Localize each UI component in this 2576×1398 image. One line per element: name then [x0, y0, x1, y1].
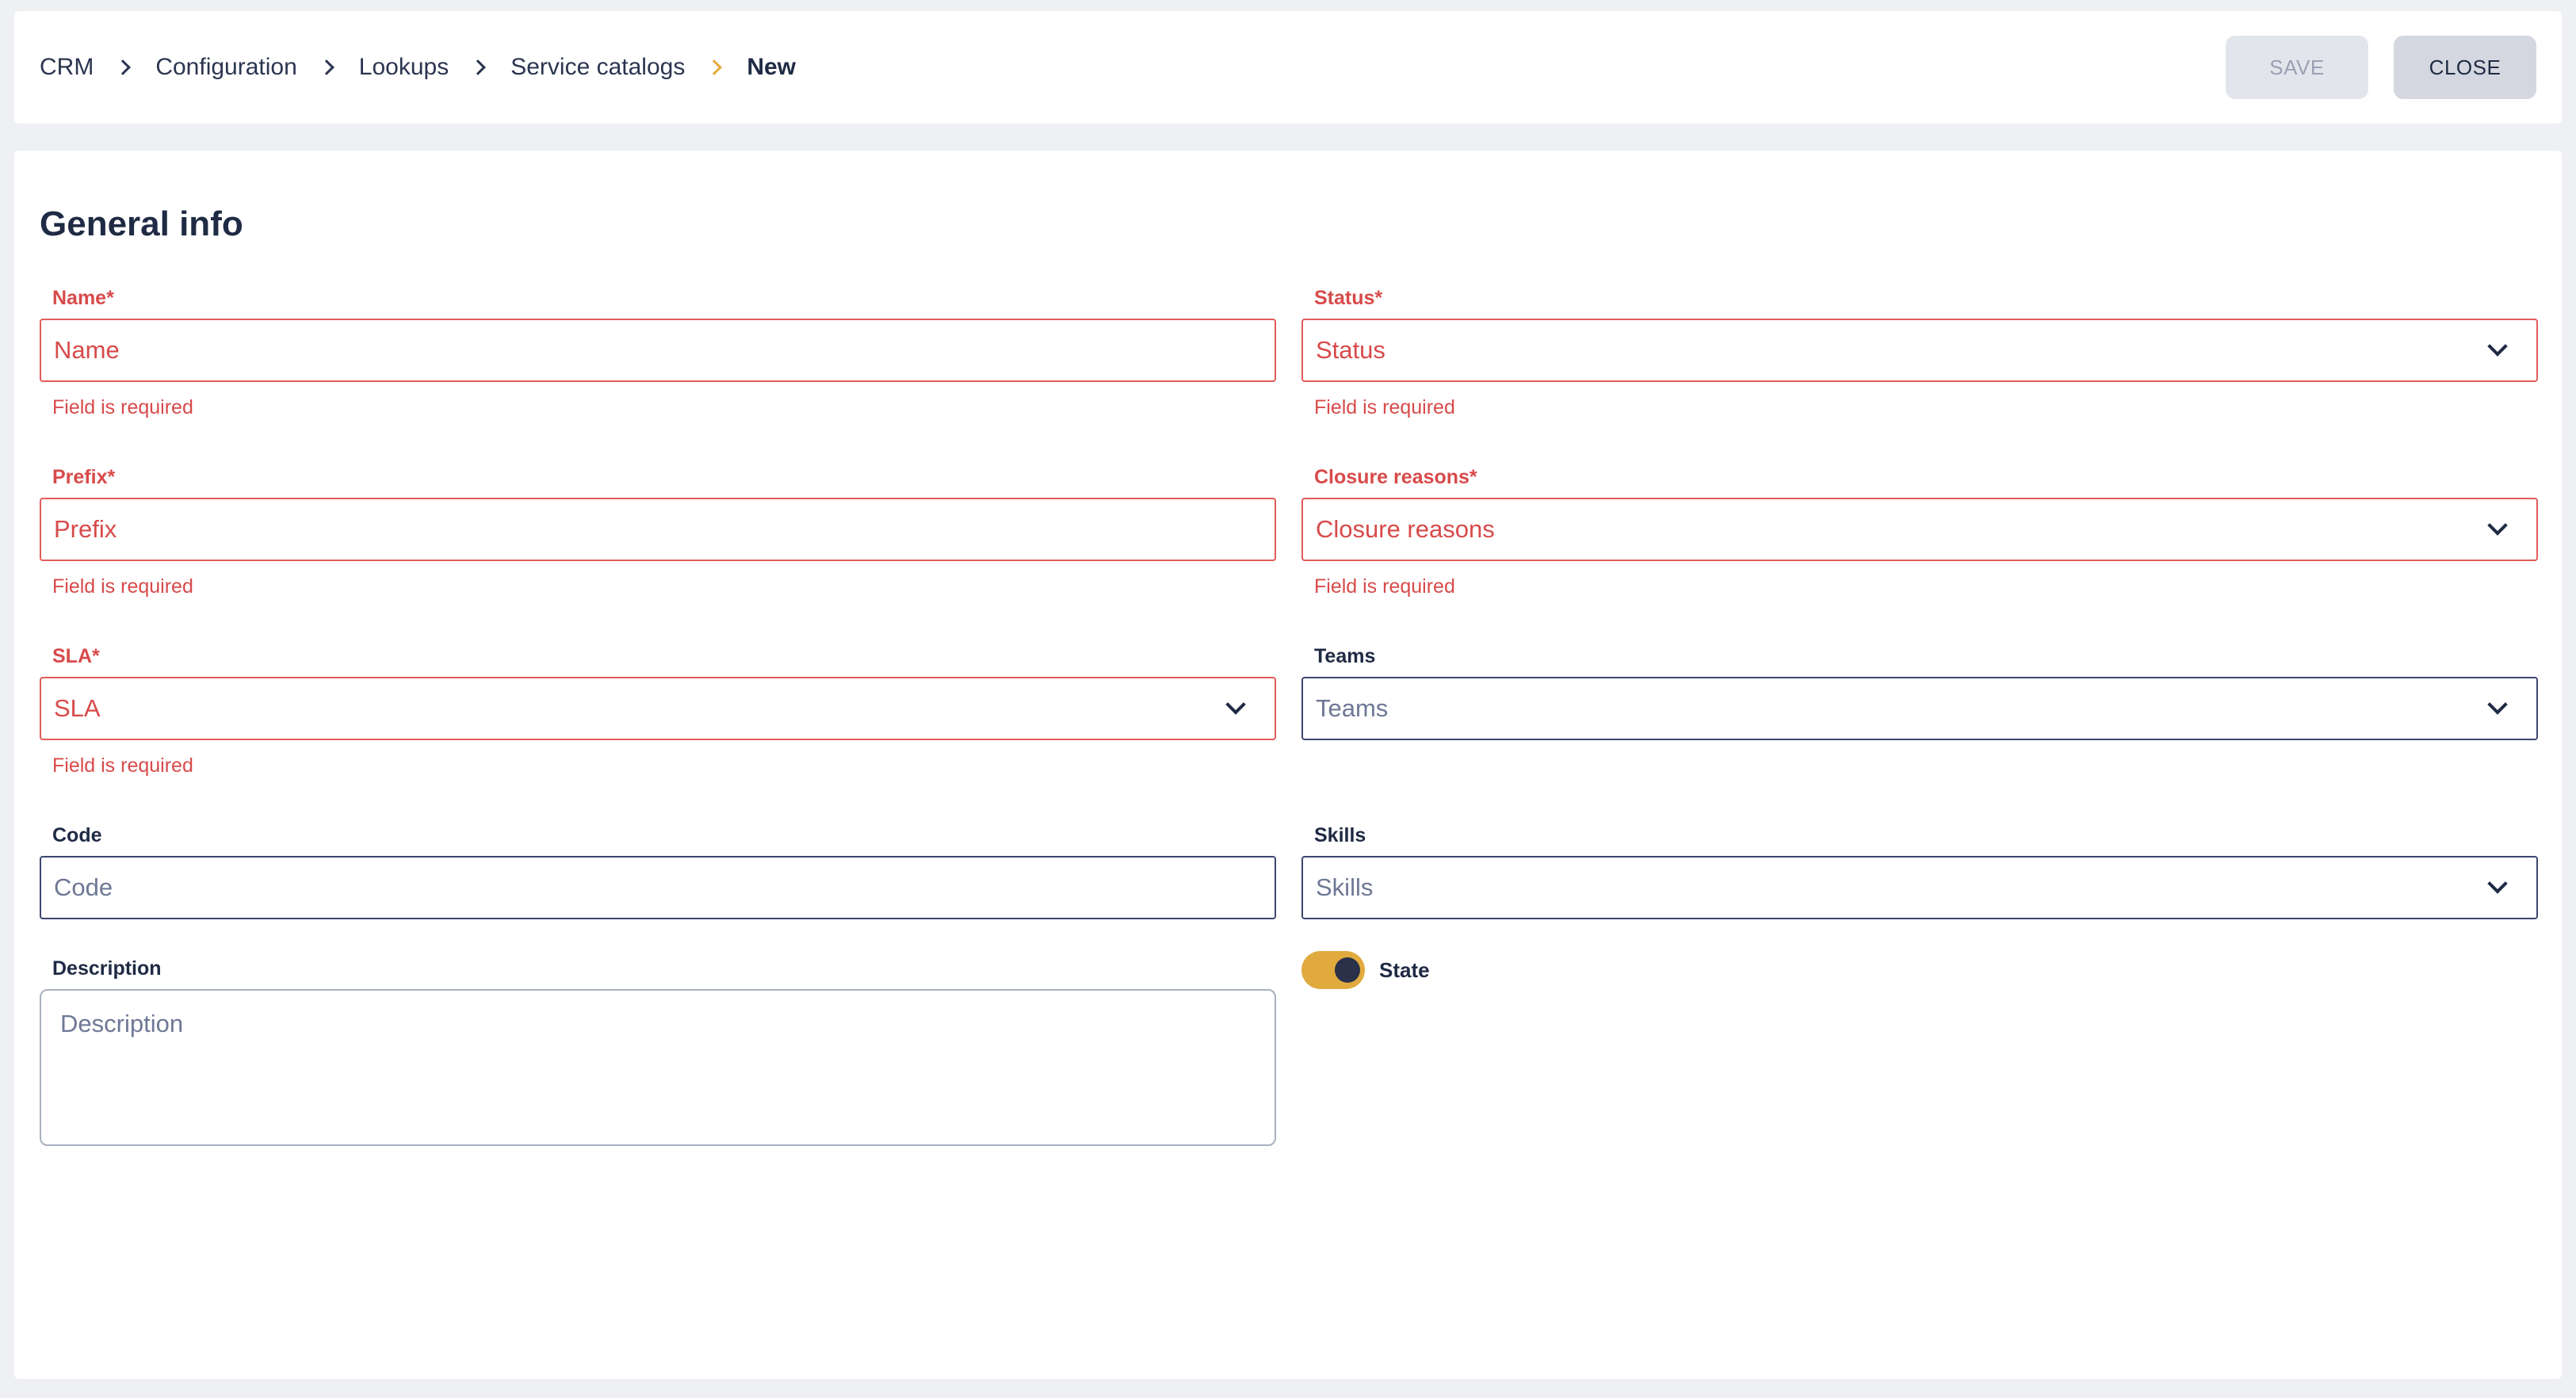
description-field-group: Description Description — [40, 957, 1276, 1146]
closure-reasons-placeholder: Closure reasons — [1316, 515, 1495, 543]
state-label: State — [1379, 957, 1430, 982]
skills-placeholder: Skills — [1316, 873, 1374, 901]
prefix-field-group: Prefix* Prefix Field is required — [40, 466, 1276, 598]
code-placeholder: Code — [54, 873, 113, 901]
section-title: General info — [40, 204, 243, 243]
toggle-knob — [1335, 957, 1360, 983]
teams-placeholder: Teams — [1316, 694, 1389, 722]
skills-field-group: Skills Skills — [1301, 824, 2538, 919]
state-toggle-group: State — [1301, 951, 1430, 989]
breadcrumb-service-catalogs[interactable]: Service catalogs — [510, 54, 685, 81]
description-label: Description — [52, 957, 162, 980]
status-field-group: Status* Status Field is required — [1301, 287, 2538, 419]
sla-select[interactable]: SLA — [40, 677, 1276, 740]
teams-label: Teams — [1314, 645, 1376, 667]
breadcrumb-lookups[interactable]: Lookups — [359, 54, 449, 81]
skills-select[interactable]: Skills — [1301, 856, 2538, 919]
form-panel: General info Name* Name Field is require… — [14, 151, 2562, 1379]
status-select[interactable]: Status — [1301, 319, 2538, 382]
code-label: Code — [52, 824, 102, 846]
chevron-right-icon — [318, 59, 334, 75]
closure-reasons-field-group: Closure reasons* Closure reasons Field i… — [1301, 466, 2538, 598]
breadcrumb-configuration[interactable]: Configuration — [155, 54, 296, 81]
chevron-right-icon — [115, 59, 132, 75]
chevron-right-icon — [470, 59, 487, 75]
status-label: Status* — [1314, 287, 1383, 309]
name-placeholder: Name — [54, 336, 120, 364]
closure-reasons-label: Closure reasons* — [1314, 466, 1477, 488]
sla-label: SLA* — [52, 645, 100, 667]
name-input[interactable]: Name — [40, 319, 1276, 382]
description-placeholder: Description — [60, 1010, 184, 1037]
teams-select[interactable]: Teams — [1301, 677, 2538, 740]
chevron-down-icon[interactable] — [2487, 873, 2508, 894]
teams-field-group: Teams Teams — [1301, 645, 2538, 740]
save-button[interactable]: SAVE — [2226, 36, 2368, 99]
breadcrumb-crm[interactable]: CRM — [40, 54, 94, 81]
prefix-error: Field is required — [52, 575, 193, 598]
prefix-placeholder: Prefix — [54, 515, 117, 543]
close-button[interactable]: CLOSE — [2394, 36, 2536, 99]
state-toggle[interactable] — [1301, 951, 1365, 989]
chevron-right-icon — [706, 59, 723, 75]
closure-reasons-error: Field is required — [1314, 575, 1455, 598]
chevron-down-icon[interactable] — [2487, 694, 2508, 715]
sla-error: Field is required — [52, 754, 193, 777]
code-input[interactable]: Code — [40, 856, 1276, 919]
breadcrumb: CRM Configuration Lookups Service catalo… — [40, 54, 796, 81]
breadcrumb-current: New — [747, 54, 797, 80]
closure-reasons-select[interactable]: Closure reasons — [1301, 498, 2538, 561]
name-field-group: Name* Name Field is required — [40, 287, 1276, 419]
sla-placeholder: SLA — [54, 694, 101, 722]
name-label: Name* — [52, 287, 114, 309]
chevron-down-icon[interactable] — [2487, 515, 2508, 536]
prefix-input[interactable]: Prefix — [40, 498, 1276, 561]
name-error: Field is required — [52, 396, 193, 418]
sla-field-group: SLA* SLA Field is required — [40, 645, 1276, 777]
prefix-label: Prefix* — [52, 466, 116, 488]
top-bar: CRM Configuration Lookups Service catalo… — [14, 11, 2562, 124]
status-error: Field is required — [1314, 396, 1455, 418]
chevron-down-icon[interactable] — [2487, 336, 2508, 357]
description-textarea[interactable]: Description — [40, 989, 1276, 1146]
chevron-down-icon[interactable] — [1225, 694, 1246, 715]
skills-label: Skills — [1314, 824, 1366, 846]
status-placeholder: Status — [1316, 336, 1385, 364]
header-actions: SAVE CLOSE — [2226, 36, 2536, 99]
code-field-group: Code Code — [40, 824, 1276, 919]
